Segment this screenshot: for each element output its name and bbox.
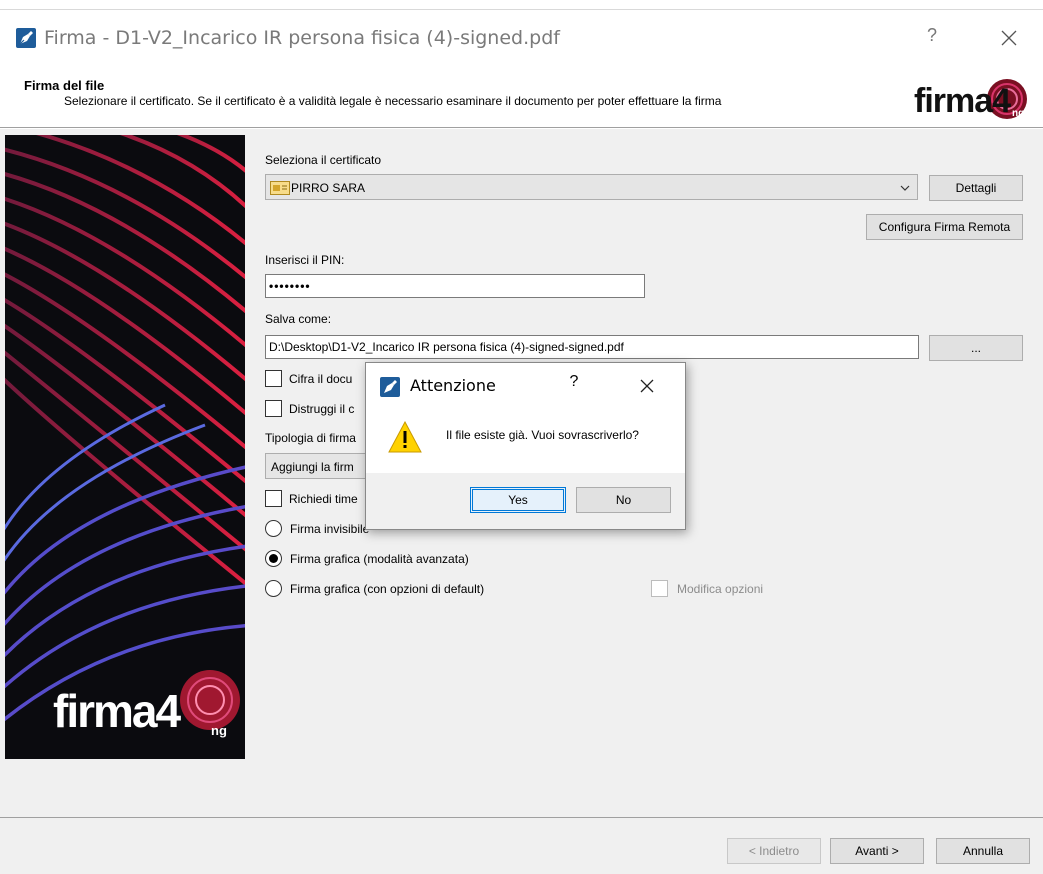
yes-button[interactable]: Yes: [470, 487, 566, 513]
app-pen-icon: [16, 28, 36, 48]
radio-graphic-advanced-label: Firma grafica (modalità avanzata): [290, 552, 469, 566]
cancel-button[interactable]: Annulla: [936, 838, 1030, 864]
browse-button[interactable]: ...: [929, 335, 1023, 361]
signature-type-value: Aggiungi la firm: [271, 460, 354, 474]
logo-suffix: ng: [1012, 108, 1024, 119]
dialog-pen-icon: [380, 377, 400, 397]
close-icon[interactable]: [995, 24, 1023, 52]
title-bar[interactable]: Firma - D1-V2_Incarico IR persona fisica…: [0, 10, 1043, 56]
logo-text: firma4: [914, 82, 1011, 120]
firma4ng-logo: firma4 ng: [914, 79, 1027, 120]
timestamp-label: Richiedi time: [289, 492, 358, 506]
help-button[interactable]: ?: [921, 24, 943, 46]
banner-logo-suffix: ng: [211, 723, 227, 738]
encrypt-label: Cifra il docu: [289, 372, 353, 386]
no-button[interactable]: No: [576, 487, 671, 513]
pin-label: Inserisci il PIN:: [265, 253, 345, 267]
background-window-strip: [0, 0, 1043, 10]
save-as-label: Salva come:: [265, 312, 332, 326]
dialog-title: Attenzione: [410, 376, 496, 395]
page-subtitle: Selezionare il certificato. Se il certif…: [64, 94, 722, 108]
encrypt-checkbox[interactable]: [265, 370, 282, 387]
radio-invisible-label: Firma invisibile: [290, 522, 370, 536]
chevron-down-icon[interactable]: [900, 184, 910, 192]
details-button[interactable]: Dettagli: [929, 175, 1023, 201]
radio-selected-dot: [269, 554, 278, 563]
radio-graphic-default[interactable]: [265, 580, 282, 597]
banner-logo-text: firma4: [53, 685, 181, 737]
dialog-message: Il file esiste già. Vuoi sovrascriverlo?: [446, 428, 639, 442]
certificate-label: Seleziona il certificato: [265, 153, 382, 167]
edit-options-label: Modifica opzioni: [677, 582, 764, 596]
dialog-help-button[interactable]: ?: [564, 373, 584, 391]
window-title: Firma - D1-V2_Incarico IR persona fisica…: [44, 27, 560, 49]
edit-options-checkbox[interactable]: [651, 580, 668, 597]
back-button[interactable]: < Indietro: [727, 838, 821, 864]
warning-icon: [388, 421, 422, 453]
configure-remote-signature-button[interactable]: Configura Firma Remota: [866, 214, 1023, 240]
wizard-footer: < Indietro Avanti > Annulla: [0, 818, 1043, 874]
signature-type-label: Tipologia di firma: [265, 431, 356, 445]
page-title: Firma del file: [24, 78, 105, 93]
dialog-close-icon[interactable]: [636, 375, 658, 397]
radio-graphic-advanced[interactable]: [265, 550, 282, 567]
overwrite-dialog: Attenzione ? Il file esiste già. Vuoi so…: [365, 362, 686, 530]
side-banner-image: firma4 ng: [5, 135, 245, 759]
certificate-select[interactable]: PIRRO SARA: [265, 174, 918, 200]
next-button[interactable]: Avanti >: [830, 838, 924, 864]
wizard-header: Firma del file Selezionare il certificat…: [0, 56, 1043, 128]
save-as-input[interactable]: D:\Desktop\D1-V2_Incarico IR persona fis…: [265, 335, 919, 359]
timestamp-checkbox[interactable]: [265, 490, 282, 507]
radio-graphic-default-label: Firma grafica (con opzioni di default): [290, 582, 485, 596]
pin-input[interactable]: ••••••••: [265, 274, 645, 298]
certificate-card-icon: [270, 181, 290, 195]
certificate-value: PIRRO SARA: [291, 181, 366, 195]
radio-invisible-signature[interactable]: [265, 520, 282, 537]
destroy-label: Distruggi il c: [289, 402, 355, 416]
destroy-checkbox[interactable]: [265, 400, 282, 417]
